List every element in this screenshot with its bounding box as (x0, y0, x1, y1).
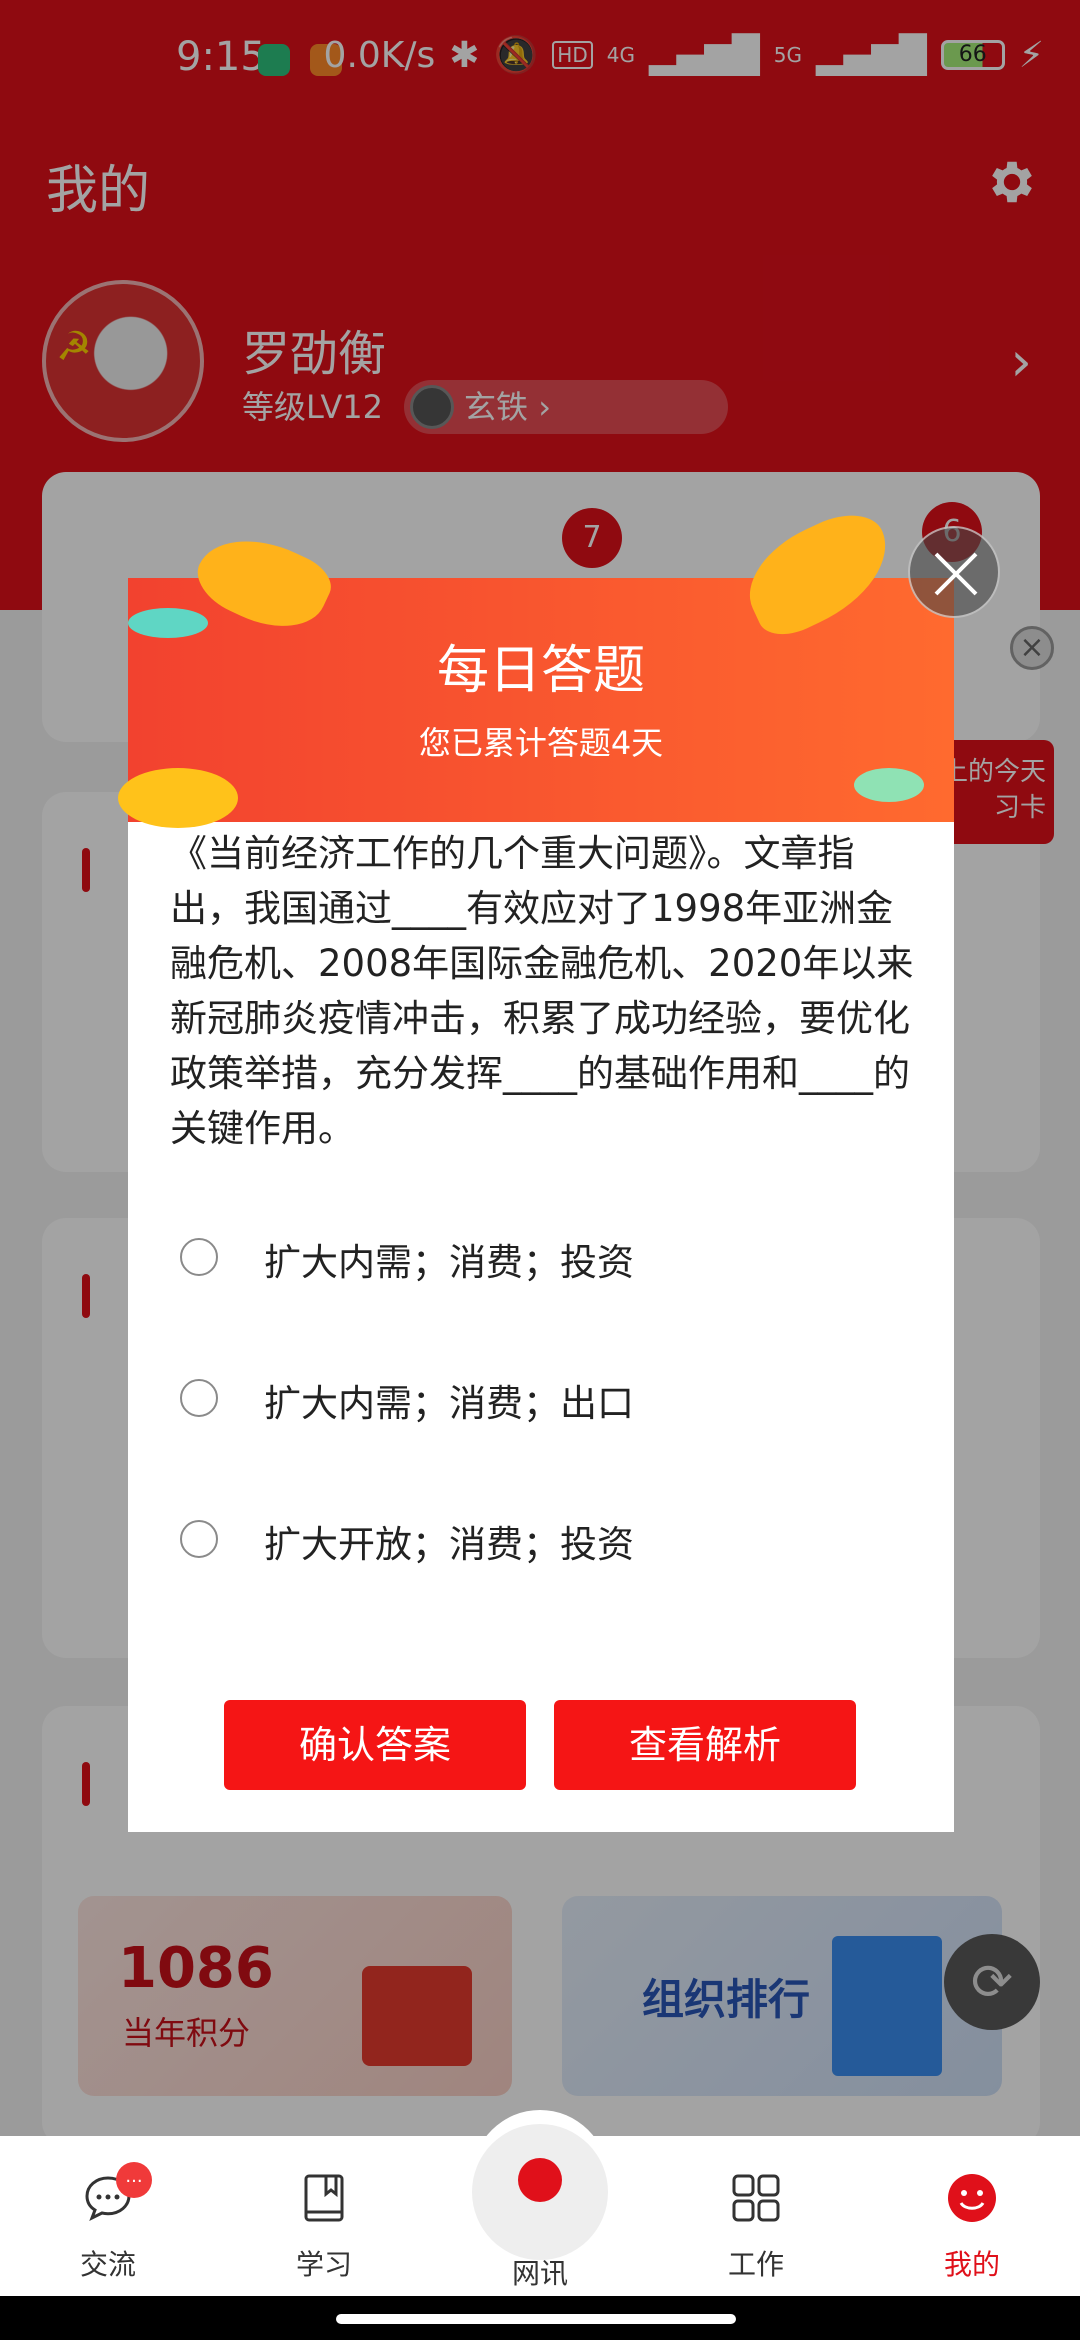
question-text: 《当前经济工作的几个重大问题》。文章指出，我国通过____有效应对了1998年亚… (170, 832, 914, 1150)
option-label: 扩大开放；消费；投资 (264, 1523, 634, 1566)
nav-item-work[interactable]: 工作 (686, 2170, 826, 2283)
view-analysis-button[interactable]: 查看解析 (554, 1700, 856, 1790)
nav-item-news[interactable]: 网讯 (472, 2110, 608, 2290)
smiley-icon (948, 2174, 996, 2222)
confirm-answer-button[interactable]: 确认答案 (224, 1700, 526, 1790)
nav-label: 工作 (727, 2248, 784, 2281)
dialog-title: 每日答题 (436, 641, 645, 701)
nav-label: 我的 (943, 2248, 1000, 2281)
option-label: 扩大内需；消费；投资 (264, 1241, 634, 1284)
dialog-subtitle: 您已累计答题4天 (418, 724, 664, 762)
daily-quiz-dialog: 每日答题 您已累计答题4天 《当前经济工作的几个重大问题》。文章指出，我国通过_… (118, 500, 954, 1832)
dialog-header: 每日答题 您已累计答题4天 (118, 500, 954, 828)
book-icon (304, 2174, 344, 2222)
decoration (118, 768, 238, 828)
party-flag-icon (518, 2158, 562, 2202)
close-icon[interactable] (908, 526, 1000, 618)
option-label: 扩大内需；消费；出口 (264, 1382, 634, 1425)
answer-option[interactable]: 扩大内需；消费；投资 (180, 1218, 880, 1298)
notification-badge: ... (116, 2162, 152, 2198)
radio-button[interactable] (180, 1238, 218, 1276)
nav-item-chat[interactable]: 交流 (38, 2170, 178, 2283)
answer-option[interactable]: 扩大内需；消费；出口 (180, 1359, 880, 1439)
nav-label: 交流 (79, 2248, 136, 2281)
grid-icon (732, 2174, 780, 2222)
nav-label: 网讯 (511, 2257, 568, 2290)
radio-button[interactable] (180, 1379, 218, 1417)
nav-item-mine[interactable]: 我的 (902, 2170, 1042, 2283)
decoration (854, 768, 924, 802)
nav-label: 学习 (295, 2248, 352, 2281)
nav-item-study[interactable]: 学习 (254, 2170, 394, 2283)
radio-button[interactable] (180, 1520, 218, 1558)
answer-option[interactable]: 扩大开放；消费；投资 (180, 1500, 880, 1580)
home-indicator[interactable] (336, 2314, 736, 2324)
